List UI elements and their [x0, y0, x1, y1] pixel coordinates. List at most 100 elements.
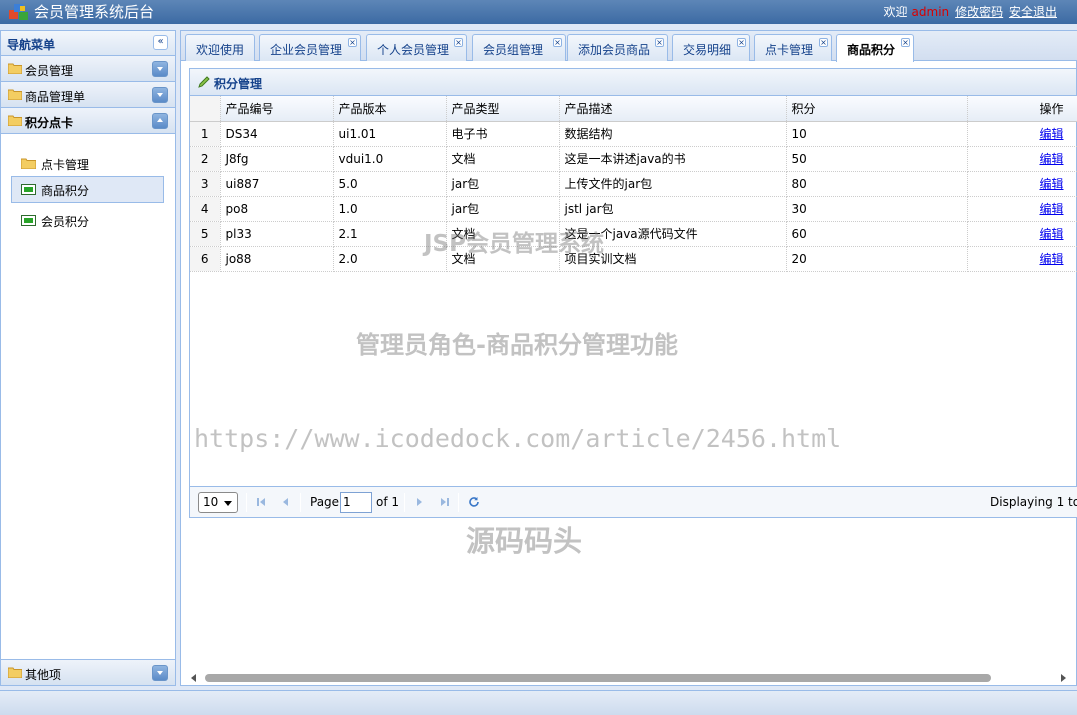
table-row[interactable]: 2 J8fg vdui1.0 文档 这是一本讲述java的书 50 编辑: [190, 146, 1077, 172]
expand-chevron-icon[interactable]: [152, 665, 168, 681]
tab-personal-members[interactable]: 个人会员管理 ×: [366, 34, 467, 61]
table-row[interactable]: 4 po8 1.0 jar包 jstl jar包 30 编辑: [190, 196, 1077, 222]
close-icon[interactable]: ×: [655, 38, 664, 47]
edit-link[interactable]: 编辑: [1039, 252, 1063, 266]
nav-section-products[interactable]: 商品管理单: [1, 82, 175, 108]
close-icon[interactable]: ×: [553, 38, 562, 47]
product-version-cell: 1.0: [333, 196, 447, 222]
product-id-cell: pl33: [220, 221, 334, 247]
tab-member-groups[interactable]: 会员组管理 ×: [472, 34, 566, 61]
change-password-link[interactable]: 修改密码: [955, 5, 1003, 19]
nav-title: 导航菜单: [7, 38, 56, 52]
product-version-cell: vdui1.0: [333, 146, 447, 172]
separator: [246, 493, 247, 512]
tab-transactions[interactable]: 交易明细 ×: [672, 34, 750, 61]
page-label: Page: [310, 495, 340, 509]
tab-welcome[interactable]: 欢迎使用: [185, 34, 255, 61]
points-cell: 30: [786, 196, 968, 222]
tab-label: 商品积分: [847, 43, 896, 57]
nav-section-label: 会员管理: [25, 64, 74, 78]
tab-label: 交易明细: [683, 43, 732, 57]
nav-item-label: 点卡管理: [41, 158, 90, 172]
tab-add-product[interactable]: 添加会员商品 ×: [567, 34, 668, 61]
edit-link[interactable]: 编辑: [1039, 227, 1063, 241]
column-header[interactable]: 产品描述: [559, 96, 787, 122]
row-number: 5: [190, 221, 221, 247]
tab-label: 企业会员管理: [270, 43, 343, 57]
column-header[interactable]: 产品类型: [446, 96, 560, 122]
separator: [300, 493, 301, 512]
table-row[interactable]: 6 jo88 2.0 文档 项目实训文档 20 编辑: [190, 246, 1077, 272]
page-number-input[interactable]: 1: [340, 492, 372, 513]
nav-item-member-points[interactable]: 会员积分: [11, 207, 164, 234]
nav-item-product-points[interactable]: 商品积分: [11, 176, 164, 203]
nav-item-card-management[interactable]: 点卡管理: [11, 150, 164, 177]
close-icon[interactable]: ×: [737, 38, 746, 47]
product-version-cell: 2.1: [333, 221, 447, 247]
close-icon[interactable]: ×: [454, 38, 463, 47]
product-desc-cell: 数据结构: [559, 121, 787, 147]
edit-link[interactable]: 编辑: [1039, 202, 1063, 216]
page-size-select[interactable]: 10: [198, 492, 238, 513]
scroll-right-icon[interactable]: [1061, 674, 1066, 682]
product-id-cell: po8: [220, 196, 334, 222]
welcome-text: 欢迎: [883, 5, 908, 19]
column-header[interactable]: 积分: [786, 96, 968, 122]
tab-product-points[interactable]: 商品积分 ×: [836, 34, 914, 62]
row-number: 1: [190, 121, 221, 147]
nav-header: 导航菜单 «: [1, 31, 175, 56]
edit-link[interactable]: 编辑: [1039, 127, 1063, 141]
nav-section-member[interactable]: 会员管理: [1, 56, 175, 82]
product-type-cell: 文档: [446, 221, 560, 247]
table-row[interactable]: 1 DS34 ui1.01 电子书 数据结构 10 编辑: [190, 121, 1077, 147]
table-row[interactable]: 3 ui887 5.0 jar包 上传文件的jar包 80 编辑: [190, 171, 1077, 197]
nav-item-label: 会员积分: [41, 215, 90, 229]
status-bar: [0, 690, 1077, 715]
product-version-cell: ui1.01: [333, 121, 447, 147]
edit-cell: 编辑: [967, 146, 1077, 172]
prev-page-icon[interactable]: [280, 496, 292, 508]
close-icon[interactable]: ×: [348, 38, 357, 47]
top-header: 会员管理系统后台 欢迎 admin 修改密码 安全退出: [0, 0, 1077, 24]
main-content: 欢迎使用 企业会员管理 × 个人会员管理 × 会员组管理 × 添加会员商品 × 交易明细…: [180, 30, 1077, 686]
display-count-text: Displaying 1 to 6: [990, 495, 1077, 509]
refresh-icon[interactable]: [468, 496, 480, 508]
tab-label: 欢迎使用: [196, 43, 245, 57]
horizontal-scrollbar[interactable]: [181, 671, 1076, 685]
row-number-header: [190, 96, 221, 122]
close-icon[interactable]: ×: [901, 38, 910, 47]
edit-link[interactable]: 编辑: [1039, 152, 1063, 166]
next-page-icon[interactable]: [413, 496, 425, 508]
nav-section-points[interactable]: 积分点卡: [1, 108, 175, 134]
scroll-thumb[interactable]: [205, 674, 991, 682]
close-icon[interactable]: ×: [819, 38, 828, 47]
scroll-left-icon[interactable]: [191, 674, 196, 682]
product-id-cell: DS34: [220, 121, 334, 147]
collapse-chevron-icon[interactable]: [152, 113, 168, 129]
product-type-cell: jar包: [446, 171, 560, 197]
table-row[interactable]: 5 pl33 2.1 文档 这是一个java源代码文件 60 编辑: [190, 221, 1077, 247]
product-desc-cell: 这是一本讲述java的书: [559, 146, 787, 172]
expand-chevron-icon[interactable]: [152, 61, 168, 77]
logout-link[interactable]: 安全退出: [1009, 5, 1057, 19]
folder-icon: [8, 89, 22, 100]
nav-section-other[interactable]: 其他项: [1, 659, 175, 685]
product-id-cell: jo88: [220, 246, 334, 272]
tab-enterprise-members[interactable]: 企业会员管理 ×: [259, 34, 361, 61]
panel-header: 积分管理: [190, 69, 1076, 96]
expand-chevron-icon[interactable]: [152, 87, 168, 103]
last-page-icon[interactable]: [439, 496, 451, 508]
double-chevron-left-icon[interactable]: «: [153, 35, 168, 50]
edit-cell: 编辑: [967, 171, 1077, 197]
column-header[interactable]: 产品编号: [220, 96, 334, 122]
tab-card-management[interactable]: 点卡管理 ×: [754, 34, 832, 61]
points-panel: 积分管理 产品编号 产品版本 产品类型 产品描述 积分 操作 1 DS34 ui…: [189, 68, 1077, 518]
column-header[interactable]: 产品版本: [333, 96, 447, 122]
edit-link[interactable]: 编辑: [1039, 177, 1063, 191]
first-page-icon[interactable]: [255, 496, 267, 508]
folder-icon: [21, 158, 36, 169]
product-desc-cell: jstl jar包: [559, 196, 787, 222]
product-desc-cell: 项目实训文档: [559, 246, 787, 272]
nav-section-label: 积分点卡: [25, 116, 74, 130]
column-header[interactable]: 操作: [967, 96, 1077, 122]
